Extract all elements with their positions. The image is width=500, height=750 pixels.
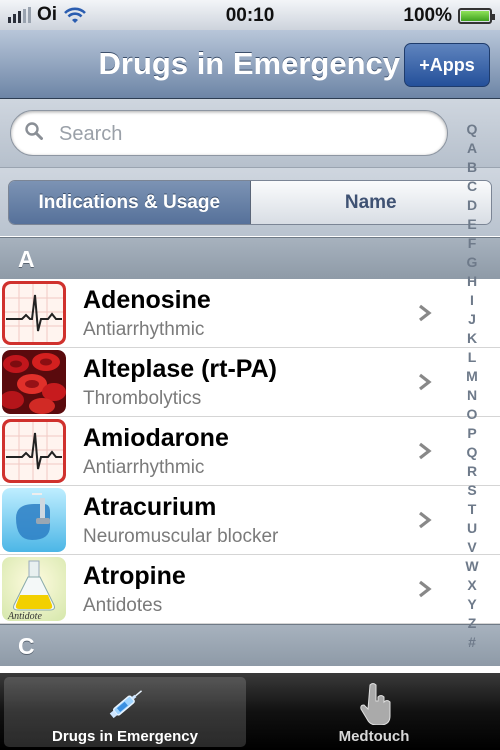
sort-segmented-control: Indications & Usage Name bbox=[8, 180, 492, 225]
chevron-right-icon bbox=[419, 442, 432, 460]
ecg-icon bbox=[2, 281, 66, 345]
index-letter[interactable]: Q bbox=[458, 443, 486, 462]
index-letter[interactable]: P bbox=[458, 424, 486, 443]
tab-label: Medtouch bbox=[338, 728, 410, 745]
table-row[interactable]: Atracurium Neuromuscular blocker bbox=[0, 486, 500, 555]
segment-indications[interactable]: Indications & Usage bbox=[9, 181, 251, 224]
table-row[interactable]: Antidote Atropine Antidotes bbox=[0, 555, 500, 624]
tab-bar: Drugs in Emergency Medtouch bbox=[0, 673, 500, 750]
sort-bar: Indications & Usage Name bbox=[0, 168, 500, 236]
search-bar: Search bbox=[0, 99, 500, 168]
index-letter[interactable]: U bbox=[458, 519, 486, 538]
search-icon bbox=[25, 122, 43, 140]
antidote-flask-icon: Antidote bbox=[2, 557, 66, 621]
segment-name[interactable]: Name bbox=[250, 181, 491, 224]
drug-category: Antiarrhythmic bbox=[83, 457, 205, 478]
index-letter[interactable]: W bbox=[458, 557, 486, 576]
tab-label: Drugs in Emergency bbox=[52, 728, 198, 745]
chevron-right-icon bbox=[419, 580, 432, 598]
index-letter[interactable]: X bbox=[458, 576, 486, 595]
drug-category: Neuromuscular blocker bbox=[83, 526, 279, 547]
more-apps-button[interactable]: +Apps bbox=[404, 43, 490, 87]
battery-icon bbox=[458, 8, 495, 24]
drug-name: Alteplase (rt-PA) bbox=[83, 355, 278, 383]
table-row[interactable]: Alteplase (rt-PA) Thrombolytics bbox=[0, 348, 500, 417]
index-letter[interactable]: S bbox=[458, 481, 486, 500]
chevron-right-icon bbox=[419, 373, 432, 391]
index-letter[interactable]: Y bbox=[458, 595, 486, 614]
drug-category: Antiarrhythmic bbox=[83, 319, 205, 340]
section-letter: A bbox=[18, 246, 35, 272]
index-letter[interactable]: O bbox=[458, 405, 486, 424]
index-letter[interactable]: D bbox=[458, 196, 486, 215]
index-letter[interactable]: J bbox=[458, 310, 486, 329]
index-letter[interactable]: R bbox=[458, 462, 486, 481]
drug-name: Atropine bbox=[83, 562, 186, 590]
blood-cells-icon bbox=[2, 350, 66, 414]
index-letter[interactable]: A bbox=[458, 139, 486, 158]
index-letter[interactable]: H bbox=[458, 272, 486, 291]
svg-text:Antidote: Antidote bbox=[7, 611, 42, 621]
search-placeholder: Search bbox=[59, 123, 123, 145]
navigation-bar: Drugs in Emergency +Apps bbox=[0, 30, 500, 99]
drug-name: Amiodarone bbox=[83, 424, 229, 452]
chevron-right-icon bbox=[419, 304, 432, 322]
index-letter[interactable]: Z bbox=[458, 614, 486, 633]
drug-name: Atracurium bbox=[83, 493, 217, 521]
index-letter[interactable]: G bbox=[458, 253, 486, 272]
page-title: Drugs in Emergency bbox=[98, 46, 400, 81]
status-bar: Oi 00:10 100% bbox=[0, 0, 500, 30]
index-letter[interactable]: V bbox=[458, 538, 486, 557]
search-input[interactable]: Search bbox=[10, 110, 448, 156]
tab-medtouch[interactable]: Medtouch bbox=[252, 677, 496, 747]
index-letter[interactable]: K bbox=[458, 329, 486, 348]
table-row[interactable]: Amiodarone Antiarrhythmic bbox=[0, 417, 500, 486]
syringe-icon bbox=[109, 690, 143, 719]
index-letter[interactable]: B bbox=[458, 158, 486, 177]
chevron-right-icon bbox=[419, 511, 432, 529]
section-index[interactable]: Q A B C D E F G H I J K L M N O P Q R S … bbox=[458, 120, 486, 660]
index-letter[interactable]: M bbox=[458, 367, 486, 386]
ecg-icon bbox=[2, 419, 66, 483]
ventilation-mask-icon bbox=[2, 488, 66, 552]
battery-percent: 100% bbox=[403, 5, 452, 26]
index-letter[interactable]: T bbox=[458, 500, 486, 519]
index-letter[interactable]: C bbox=[458, 177, 486, 196]
section-letter: C bbox=[18, 633, 35, 659]
drug-category: Antidotes bbox=[83, 595, 163, 616]
drug-category: Thrombolytics bbox=[83, 388, 202, 409]
drug-name: Adenosine bbox=[83, 286, 211, 314]
tab-drugs-in-emergency[interactable]: Drugs in Emergency bbox=[4, 677, 246, 747]
index-letter[interactable]: N bbox=[458, 386, 486, 405]
section-header-c: C bbox=[0, 624, 500, 666]
index-letter[interactable]: E bbox=[458, 215, 486, 234]
index-letter[interactable]: F bbox=[458, 234, 486, 253]
hand-pointer-icon bbox=[360, 683, 391, 725]
table-row[interactable]: Adenosine Antiarrhythmic bbox=[0, 279, 500, 348]
index-search-glyph[interactable]: Q bbox=[458, 120, 486, 139]
battery-group: 100% bbox=[403, 5, 495, 27]
index-letter[interactable]: # bbox=[458, 633, 486, 652]
section-header-a: A bbox=[0, 237, 500, 279]
index-letter[interactable]: I bbox=[458, 291, 486, 310]
index-letter[interactable]: L bbox=[458, 348, 486, 367]
